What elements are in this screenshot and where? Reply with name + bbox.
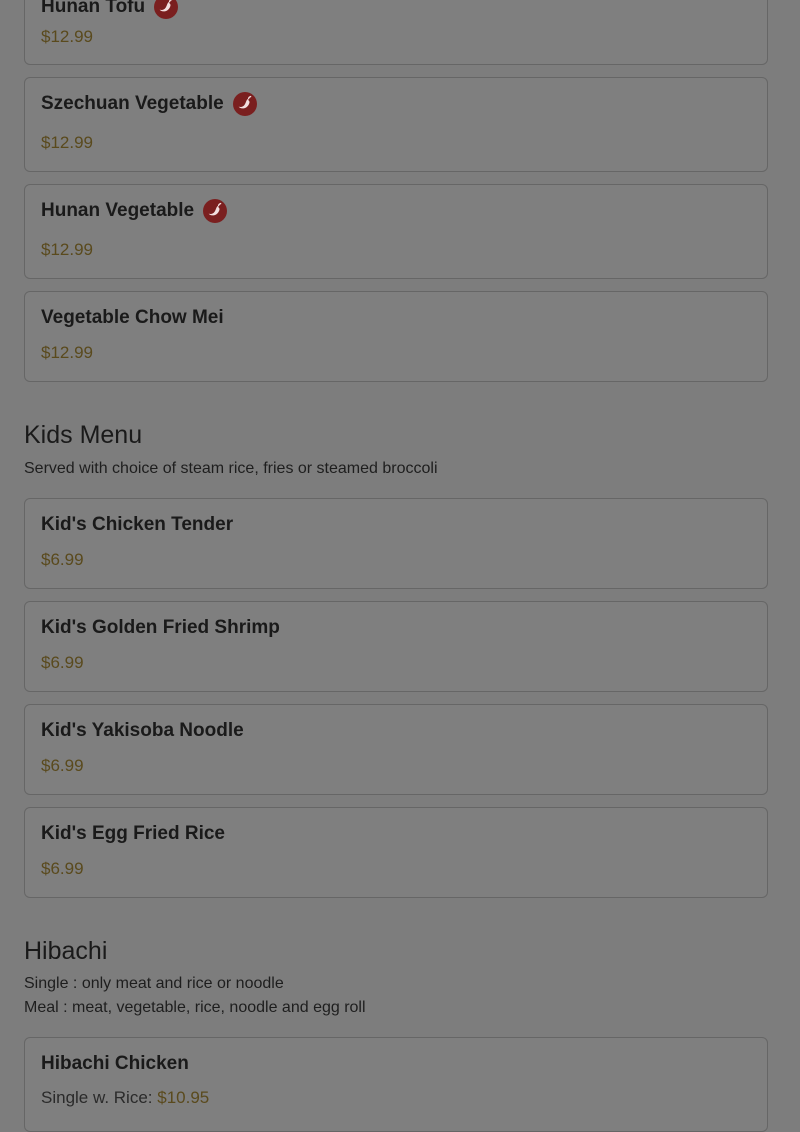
menu-item-price: $12.99 bbox=[41, 343, 93, 362]
chili-pepper-icon bbox=[154, 0, 179, 19]
menu-item-name-row: Szechuan Vegetable bbox=[41, 92, 257, 116]
menu-item-name-row: Hunan Vegetable bbox=[41, 199, 228, 223]
menu-item-name: Kid's Yakisoba Noodle bbox=[41, 720, 244, 741]
menu-item-name: Hunan Vegetable bbox=[41, 200, 195, 221]
chili-pepper-icon bbox=[232, 92, 257, 116]
menu-item-price: $6.99 bbox=[41, 859, 84, 878]
menu-item-price: $12.99 bbox=[41, 240, 93, 259]
menu-item-card[interactable]: Kid's Egg Fried Rice $6.99 bbox=[24, 807, 768, 898]
menu-item-name: Szechuan Vegetable bbox=[41, 93, 224, 114]
section-title-hibachi: Hibachi bbox=[24, 937, 108, 965]
menu-item-card[interactable]: Hunan Tofu $12.99 bbox=[24, 0, 768, 65]
menu-item-card[interactable]: Hibachi Chicken Single w. Rice: $10.95 bbox=[24, 1037, 768, 1132]
menu-item-name: Kid's Golden Fried Shrimp bbox=[41, 617, 280, 638]
menu-item-name-row: Kid's Egg Fried Rice bbox=[41, 823, 225, 845]
menu-item-name: Vegetable Chow Mei bbox=[41, 307, 224, 328]
menu-item-price: $6.99 bbox=[41, 756, 84, 775]
menu-item-price: $6.99 bbox=[41, 550, 84, 569]
menu-item-name: Kid's Chicken Tender bbox=[41, 514, 234, 535]
menu-item-name: Kid's Egg Fried Rice bbox=[41, 823, 225, 844]
menu-item-name: Hunan Tofu bbox=[41, 0, 146, 17]
menu-item-name: Hibachi Chicken bbox=[41, 1053, 189, 1074]
price-label: Single w. Rice: bbox=[41, 1088, 153, 1107]
menu-item-name-row: Kid's Yakisoba Noodle bbox=[41, 720, 244, 742]
menu-item-price: $12.99 bbox=[41, 133, 93, 152]
menu-item-card[interactable]: Kid's Golden Fried Shrimp $6.99 bbox=[24, 601, 768, 692]
menu-item-name-row: Kid's Golden Fried Shrimp bbox=[41, 617, 280, 639]
menu-item-card[interactable]: Vegetable Chow Mei $12.99 bbox=[24, 291, 768, 382]
menu-item-card[interactable]: Kid's Chicken Tender $6.99 bbox=[24, 498, 768, 589]
menu-item-name-row: Vegetable Chow Mei bbox=[41, 307, 224, 329]
menu-item-name-row: Hibachi Chicken bbox=[41, 1053, 189, 1075]
section-description-kids: Served with choice of steam rice, fries … bbox=[24, 460, 438, 477]
chili-pepper-icon bbox=[203, 199, 228, 223]
menu-item-card[interactable]: Hunan Vegetable $12.99 bbox=[24, 184, 768, 279]
menu-item-price: $10.95 bbox=[157, 1088, 210, 1107]
menu-item-price-row: Single w. Rice: $10.95 bbox=[41, 1088, 209, 1108]
menu-item-price: $12.99 bbox=[41, 27, 93, 46]
menu-item-price: $6.99 bbox=[41, 653, 84, 672]
section-description-hibachi-single: Single : only meat and rice or noodle bbox=[24, 975, 284, 992]
menu-item-name-row: Hunan Tofu bbox=[41, 0, 179, 19]
section-description-hibachi-meal: Meal : meat, vegetable, rice, noodle and… bbox=[24, 999, 366, 1016]
section-title-kids: Kids Menu bbox=[24, 421, 143, 449]
menu-item-card[interactable]: Kid's Yakisoba Noodle $6.99 bbox=[24, 704, 768, 795]
menu-item-card[interactable]: Szechuan Vegetable $12.99 bbox=[24, 77, 768, 172]
menu-item-name-row: Kid's Chicken Tender bbox=[41, 514, 233, 536]
